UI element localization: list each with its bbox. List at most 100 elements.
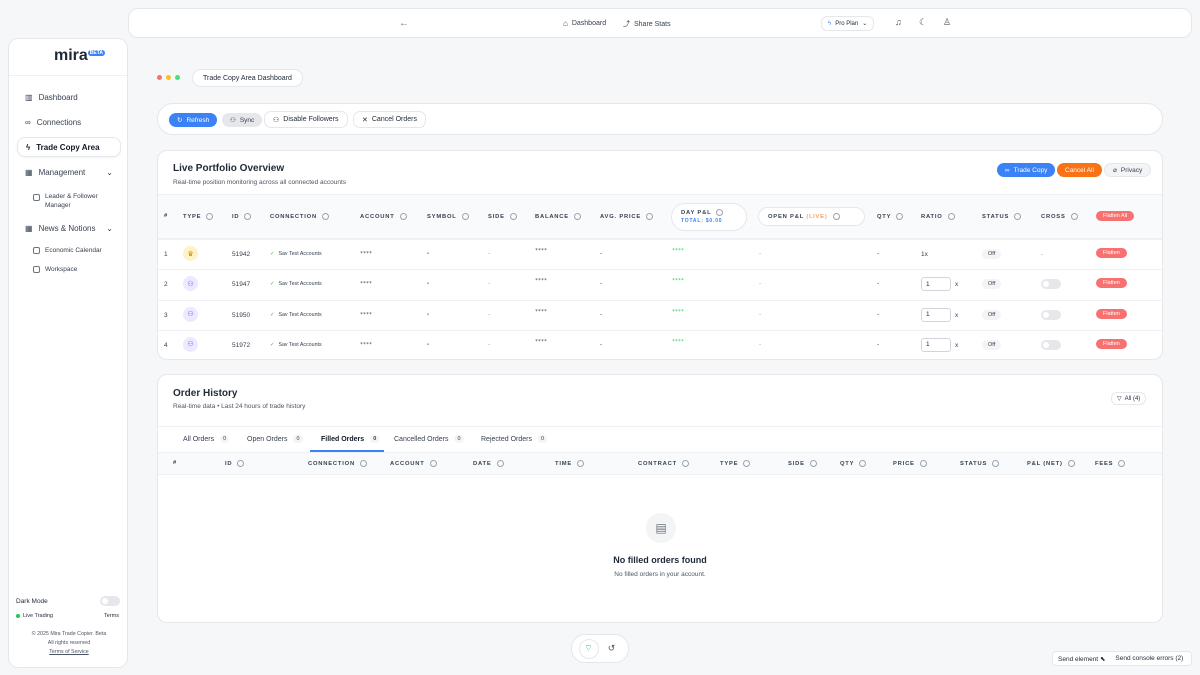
cancel-all-button[interactable]: Cancel All (1057, 163, 1102, 177)
status-badge[interactable]: Off (982, 309, 1002, 320)
cross-toggle[interactable] (1041, 339, 1061, 350)
order-col-6: Contract (638, 460, 689, 467)
row-open-pl: - (759, 250, 762, 257)
ratio-multiplier: x (955, 281, 959, 289)
wifi-icon[interactable]: ⌔ (578, 638, 599, 659)
empty-title: No filled orders found (613, 555, 707, 565)
tab-all-orders[interactable]: All Orders 0 (183, 435, 230, 443)
sub-label: Leader & Follower (45, 193, 98, 200)
order-col-5: Time (555, 460, 585, 467)
ratio-input[interactable]: 1 (921, 307, 951, 322)
row-divider (158, 299, 1162, 301)
divider (9, 75, 127, 76)
ratio-input[interactable]: 1 (921, 337, 951, 352)
info-icon (461, 213, 469, 220)
order-col-8: Side (788, 460, 817, 467)
row-id: 51947 (232, 281, 251, 289)
row-open-pl: - (759, 280, 762, 288)
nav-share-stats[interactable]: ⤴ Share Stats (623, 19, 671, 29)
status-badge[interactable]: Off (982, 279, 1002, 290)
row-avg-price: - (600, 280, 603, 288)
row-side: - (488, 340, 491, 348)
send-element-button[interactable]: Send element ⬉ (1058, 655, 1105, 663)
row-divider (158, 329, 1162, 331)
filter-button[interactable]: ▽ All (4) (1111, 392, 1147, 405)
cursor-icon: ⬉ (1099, 655, 1106, 663)
col-day-pl: Day P&L TOTAL: $0.00 (671, 203, 747, 231)
row-account: **** (360, 341, 373, 348)
disable-label: Disable Followers (283, 116, 339, 123)
disable-followers-button[interactable]: ⚇ Disable Followers (264, 111, 348, 128)
orders-title: Order History (173, 388, 238, 399)
flatten-button[interactable]: Flatten (1096, 308, 1127, 319)
info-icon (859, 460, 867, 467)
plan-selector[interactable]: ϟ Pro Plan ⌄ (821, 16, 875, 31)
row-side: - (488, 280, 491, 288)
table-row: 4 ⚇ 51972 ✓ Sav Test Accounts **** - - **… (158, 329, 1162, 360)
sidebar-item-connections[interactable]: ∞ Connections (17, 112, 121, 132)
grid-icon: ▦ (25, 223, 33, 233)
status-badge[interactable]: Off (982, 339, 1002, 350)
tab-open-orders[interactable]: Open Orders 0 (247, 435, 303, 443)
sidebar-sub-workspace[interactable]: Workspace (33, 266, 77, 273)
sidebar-item-label: News & Notions (38, 223, 96, 233)
flatten-all-button[interactable]: Flatten All (1096, 211, 1135, 221)
live-trading-label: Live Trading (23, 613, 53, 619)
refresh-button[interactable]: ↻ Refresh (169, 113, 218, 127)
sync-button[interactable]: ⚇ Sync (222, 113, 263, 127)
status-badge[interactable]: Off (982, 249, 1002, 259)
tab-rejected-orders[interactable]: Rejected Orders 0 (481, 435, 548, 443)
moon-icon[interactable]: ☾ (919, 17, 927, 28)
users-icon: ⚇ (183, 276, 198, 292)
user-icon[interactable]: ♙ (943, 17, 951, 28)
sidebar-item-news[interactable]: ▦ News & Notions ⌄ (17, 218, 121, 238)
cross-toggle[interactable] (1041, 309, 1061, 320)
sub-label: Workspace (45, 266, 78, 273)
row-avg-price: - (600, 250, 603, 257)
row-day-pl: **** (672, 338, 685, 345)
row-connection: ✓ Sav Test Accounts (270, 311, 322, 318)
send-errors-button[interactable]: Send console errors (2) (1115, 655, 1183, 662)
chevron-down-icon: ⌄ (106, 167, 113, 177)
calendar-icon (33, 247, 40, 254)
dark-mode-toggle[interactable] (100, 596, 120, 606)
col-qty: Qty (877, 213, 904, 220)
bar-chart-icon: ▥ (25, 92, 33, 102)
portfolio-card: Live Portfolio Overview Real-time positi… (157, 150, 1163, 360)
trade-copy-button[interactable]: ∞ Trade Copy (997, 163, 1056, 177)
history-icon[interactable]: ↺ (602, 639, 622, 659)
tab-filled-orders[interactable]: Filled Orders 0 (321, 435, 380, 443)
bell-icon[interactable]: ♫ (895, 17, 902, 27)
privacy-button[interactable]: ⌀ Privacy (1104, 163, 1152, 177)
terms-of-service-link[interactable]: Terms of Service (9, 648, 129, 657)
cross-value: - (1041, 251, 1044, 258)
col-avg-price: Avg. Price (600, 213, 654, 220)
col-account: Account (360, 213, 407, 220)
sidebar-item-dashboard[interactable]: ▥ Dashboard (17, 87, 121, 107)
col-type: Type (183, 213, 214, 220)
row-side: - (488, 310, 491, 318)
flatten-button[interactable]: Flatten (1096, 278, 1127, 289)
tab-cancelled-orders[interactable]: Cancelled Orders 0 (394, 435, 464, 443)
ratio-input[interactable]: 1 (921, 277, 951, 292)
filter-label: All (4) (1124, 395, 1141, 402)
terms-link[interactable]: Terms (104, 613, 119, 619)
order-col-1: ID (225, 460, 245, 467)
orders-table-header: # ID Connection Account Date Time Contract Type… (158, 452, 1162, 475)
sidebar-sub-economic-calendar[interactable]: Economic Calendar (33, 247, 102, 254)
sidebar-item-management[interactable]: ▦ Management ⌄ (17, 162, 121, 182)
row-num: 1 (164, 251, 168, 258)
nav-dashboard[interactable]: ⌂ Dashboard (563, 19, 606, 28)
col-open-pl: Open P&L (LIVE) (758, 207, 865, 226)
cancel-orders-button[interactable]: ✕ Cancel Orders (353, 111, 427, 128)
sidebar-item-trade-copy[interactable]: ϟ Trade Copy Area (17, 137, 121, 157)
info-icon (237, 460, 245, 467)
row-num: 4 (164, 341, 168, 349)
flatten-button[interactable]: Flatten (1096, 248, 1127, 258)
sidebar-sub-leader-follower[interactable]: Leader & Follower Manager (33, 192, 98, 210)
green-dot-icon (175, 75, 180, 80)
yellow-dot-icon (166, 75, 171, 80)
back-arrow-icon[interactable]: ← (399, 18, 409, 29)
cross-toggle[interactable] (1041, 279, 1061, 290)
flatten-button[interactable]: Flatten (1096, 338, 1127, 349)
